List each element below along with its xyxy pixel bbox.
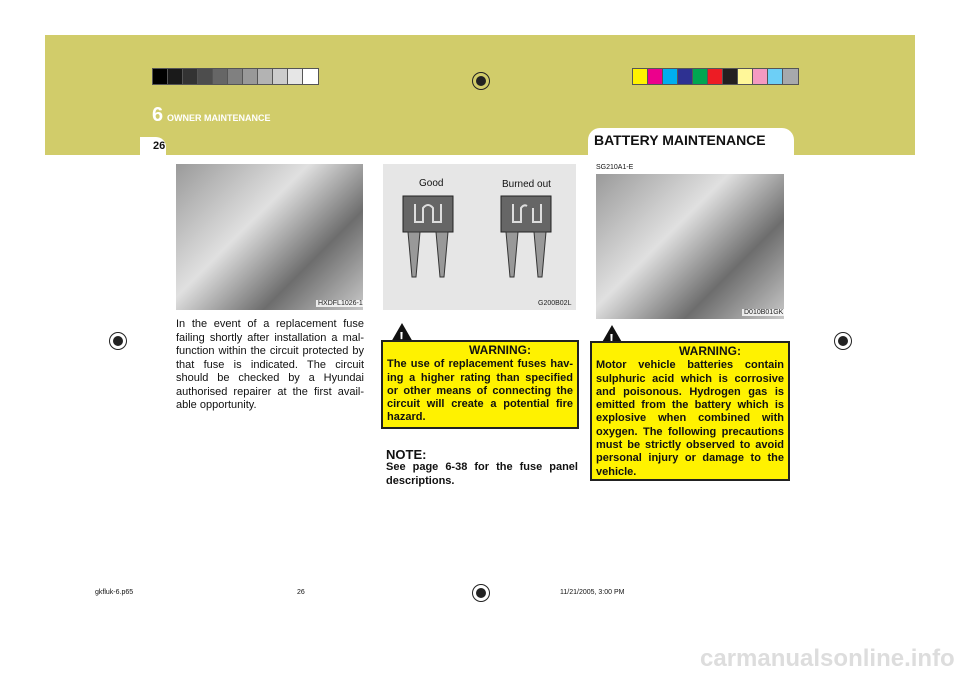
color-swatch — [708, 69, 723, 84]
body-text: In the event of a replacement fuse faili… — [176, 318, 364, 411]
color-swatch — [183, 69, 198, 84]
registration-mark-icon — [472, 72, 490, 90]
good-label: Good — [419, 178, 444, 189]
color-swatch — [198, 69, 213, 84]
color-swatch — [678, 69, 693, 84]
color-swatch — [723, 69, 738, 84]
color-swatch — [168, 69, 183, 84]
registration-mark-icon — [472, 584, 490, 602]
burned-out-label: Burned out — [502, 179, 551, 190]
gray-color-bar — [152, 68, 319, 85]
color-swatch — [303, 69, 318, 84]
page-number: 26 — [153, 140, 166, 152]
image-code: D010B01GK — [742, 309, 786, 316]
image-code: G200B02L — [538, 300, 572, 307]
color-swatch — [753, 69, 768, 84]
color-swatch — [783, 69, 798, 84]
color-swatch — [768, 69, 783, 84]
warning-box: WARNING: The use of replacement fuses ha… — [381, 340, 579, 429]
good-fuse-icon — [402, 195, 454, 278]
image-code: HXDFL1026-1 — [316, 300, 365, 307]
burned-fuse-icon — [500, 195, 552, 278]
color-swatch — [273, 69, 288, 84]
color-swatch — [258, 69, 273, 84]
color-swatch — [663, 69, 678, 84]
watermark: carmanualsonline.info — [700, 645, 955, 672]
registration-mark-icon — [109, 332, 127, 350]
color-swatch — [633, 69, 648, 84]
color-swatch — [738, 69, 753, 84]
footer-file: gkfluk-6.p65 — [95, 589, 134, 596]
warning-title: WARNING: — [679, 344, 741, 358]
note-text: See page 6-38 for the fuse panel descrip… — [386, 461, 578, 487]
section-title: BATTERY MAINTENANCE — [588, 128, 794, 155]
cmyk-color-bar — [632, 68, 799, 85]
footer-date: 11/21/2005, 3:00 PM — [560, 589, 625, 596]
color-swatch — [153, 69, 168, 84]
chapter-title: OWNER MAINTENANCE — [167, 113, 271, 123]
section-code: SG210A1-E — [596, 164, 634, 171]
footer-page: 26 — [297, 589, 305, 596]
registration-mark-icon — [834, 332, 852, 350]
battery-photo — [596, 174, 784, 319]
chapter-number: 6 — [152, 104, 164, 126]
color-swatch — [288, 69, 303, 84]
note-title: NOTE: — [386, 447, 427, 462]
warning-box: WARNING: Motor vehicle batteries contain… — [590, 341, 790, 481]
fuse-box-photo — [176, 164, 363, 310]
color-swatch — [648, 69, 663, 84]
warning-text: The use of replacement fuses hav-ing a h… — [387, 358, 573, 424]
warning-title: WARNING: — [469, 343, 531, 357]
color-swatch — [213, 69, 228, 84]
color-swatch — [228, 69, 243, 84]
color-swatch — [243, 69, 258, 84]
color-swatch — [693, 69, 708, 84]
warning-text: Motor vehicle batteries contain sulphuri… — [596, 359, 784, 478]
